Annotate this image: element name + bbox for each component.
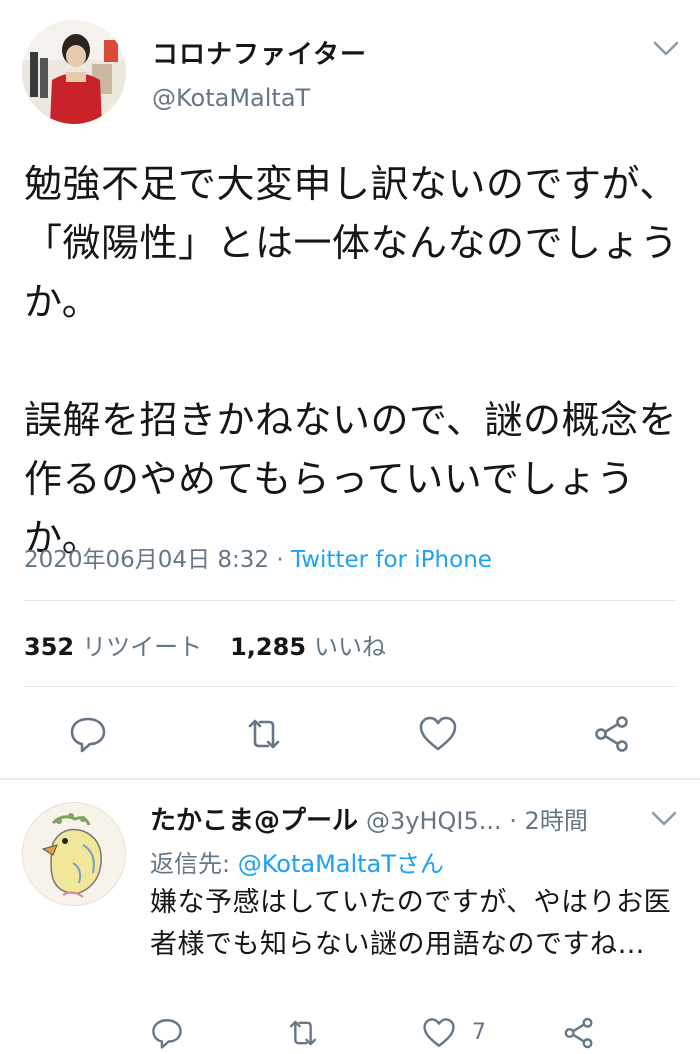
- like-icon[interactable]: [418, 714, 458, 754]
- reply-header: たかこま@プール @3yHQI5... · 2時間: [150, 800, 588, 837]
- divider: [24, 600, 676, 601]
- share-icon[interactable]: [562, 1016, 596, 1050]
- tweet-meta: 2020年06月04日 8:32 · Twitter for iPhone: [24, 540, 492, 574]
- like-count[interactable]: 1,285: [230, 633, 306, 661]
- retweet-count[interactable]: 352: [24, 633, 74, 661]
- source-link[interactable]: Twitter for iPhone: [291, 547, 492, 573]
- retweet-label[interactable]: リツイート: [82, 633, 202, 661]
- retweet-icon[interactable]: [286, 1016, 320, 1050]
- tweet-text: 勉強不足で大変申し訳ないのですが、「微陽性」とは一体なんなのでしょうか。 誤解を…: [24, 162, 679, 560]
- chevron-down-icon[interactable]: [652, 40, 680, 58]
- avatar[interactable]: [22, 802, 126, 906]
- tweet-stats: 352 リツイート 1,285 いいね: [24, 627, 414, 662]
- chevron-down-icon[interactable]: [650, 810, 678, 828]
- reply-tweet[interactable]: たかこま@プール @3yHQI5... · 2時間 返信先: @KotaMalta…: [0, 780, 700, 1054]
- main-tweet: コロナファイター @KotaMaltaT 勉強不足で大変申し訳ないのですが、「微…: [0, 0, 700, 780]
- reply-text: 嫌な予感はしていたのですが、やはりお医者様でも知らない謎の用語なのですね…: [150, 887, 672, 960]
- reply-display-name[interactable]: たかこま@プール: [150, 806, 358, 836]
- timestamp[interactable]: 2020年06月04日 8:32: [24, 547, 269, 573]
- reply-icon[interactable]: [150, 1016, 184, 1050]
- share-icon[interactable]: [592, 714, 632, 754]
- reply-user-handle[interactable]: @3yHQI5...: [366, 807, 502, 835]
- like-icon[interactable]: [422, 1016, 456, 1050]
- avatar[interactable]: [22, 20, 126, 124]
- divider: [24, 686, 676, 687]
- reply-to-mention[interactable]: @KotaMaltaTさん: [238, 850, 444, 878]
- like-label[interactable]: いいね: [314, 633, 386, 661]
- meta-separator: ·: [269, 547, 291, 573]
- reply-to-label: 返信先:: [150, 850, 238, 878]
- retweet-icon[interactable]: [244, 714, 284, 754]
- reply-time[interactable]: · 2時間: [502, 807, 588, 835]
- reply-icon[interactable]: [68, 714, 108, 754]
- reply-like-count[interactable]: 7: [472, 1020, 486, 1045]
- user-handle[interactable]: @KotaMaltaT: [152, 84, 310, 112]
- display-name[interactable]: コロナファイター: [152, 34, 367, 71]
- reply-to: 返信先: @KotaMaltaTさん: [150, 844, 444, 879]
